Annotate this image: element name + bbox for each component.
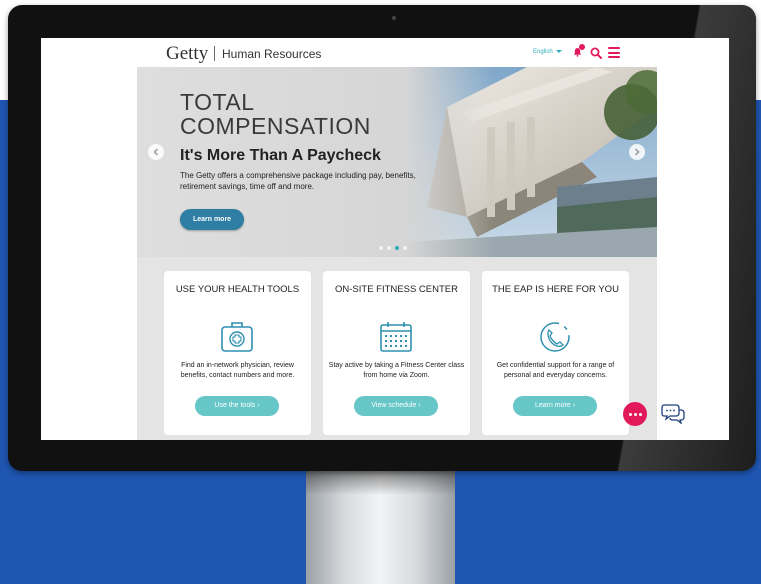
hero-banner: TOTAL COMPENSATION It's More Than A Payc…: [137, 67, 657, 257]
hero-description: The Getty offers a comprehensive package…: [180, 171, 416, 191]
language-selector[interactable]: English: [533, 49, 562, 55]
card-description: Get confidential support for a range of …: [496, 362, 615, 379]
building-photo: [407, 67, 657, 257]
logo-divider: [214, 46, 215, 61]
eap-card: THE EAP IS HERE FOR YOU Get confidential…: [482, 271, 629, 435]
search-icon[interactable]: [590, 47, 602, 59]
card-description: Stay active by taking a Fitness Center c…: [328, 362, 465, 379]
monitor: Getty Human Resources English TOTAL COMP…: [8, 5, 756, 471]
card-title: THE EAP IS HERE FOR YOU: [492, 284, 619, 295]
notification-badge: [579, 44, 585, 50]
card-title: USE YOUR HEALTH TOOLS: [175, 284, 300, 295]
chevron-down-icon: [555, 49, 562, 53]
chevron-right-icon: [634, 148, 640, 156]
dot: [634, 413, 637, 416]
card-description: Find an in-network physician, review ben…: [180, 362, 295, 379]
fitness-center-card: ON-SITE FITNESS CENTER Stay active by ta…: [323, 271, 470, 435]
more-options-button[interactable]: [623, 402, 647, 426]
hero-title-line2: COMPENSATION: [180, 113, 371, 139]
calendar-icon: [380, 322, 412, 352]
site-subtitle: Human Resources: [222, 47, 322, 61]
hero-subtitle: It's More Than A Paycheck: [180, 147, 381, 164]
hero-learn-more-button[interactable]: Learn more: [180, 209, 244, 230]
carousel-dot-active[interactable]: [395, 246, 399, 250]
hamburger-menu-icon[interactable]: [608, 47, 620, 58]
dot: [639, 413, 642, 416]
carousel-next-button[interactable]: [629, 144, 645, 160]
monitor-stand-shadow: [306, 471, 455, 495]
carousel-dots: [379, 237, 411, 250]
monitor-screen: Getty Human Resources English TOTAL COMP…: [41, 38, 729, 440]
hero-title-line1: TOTAL: [180, 89, 255, 115]
chat-icon[interactable]: [661, 402, 685, 424]
language-label: English: [533, 49, 553, 55]
view-schedule-button[interactable]: View schedule ›: [354, 396, 438, 416]
phone-support-icon: [540, 322, 570, 352]
website: Getty Human Resources English TOTAL COMP…: [137, 38, 657, 440]
site-logo[interactable]: Getty: [166, 43, 208, 65]
carousel-dot[interactable]: [403, 246, 407, 250]
use-tools-button[interactable]: Use the tools ›: [195, 396, 279, 416]
dot: [629, 413, 632, 416]
carousel-dot[interactable]: [387, 246, 391, 250]
eap-learn-more-button[interactable]: Learn more ›: [513, 396, 597, 416]
health-tools-card: USE YOUR HEALTH TOOLS Find an in-network…: [164, 271, 311, 435]
carousel-dot[interactable]: [379, 246, 383, 250]
medical-kit-icon: [221, 322, 253, 352]
card-title: ON-SITE FITNESS CENTER: [335, 284, 458, 295]
camera-icon: [392, 16, 396, 20]
site-header: Getty Human Resources English: [137, 38, 657, 68]
chevron-left-icon: [153, 148, 159, 156]
carousel-prev-button[interactable]: [148, 144, 164, 160]
